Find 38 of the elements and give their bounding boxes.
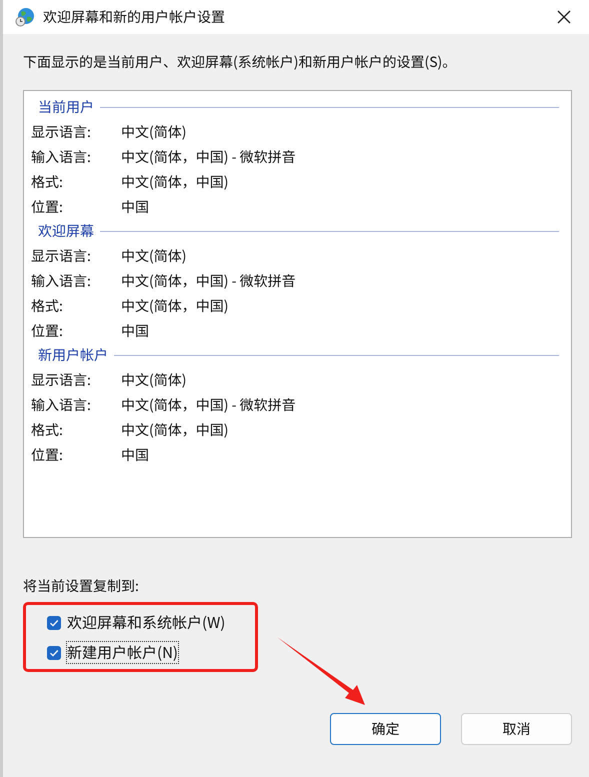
- checkbox[interactable]: [47, 616, 61, 630]
- setting-label: 显示语言:: [31, 246, 92, 266]
- setting-label: 输入语言:: [31, 394, 92, 414]
- checkbox[interactable]: [47, 646, 61, 660]
- setting-label: 格式:: [31, 296, 64, 316]
- group-title: 新用户帐户: [37, 345, 109, 365]
- setting-value: 中文(简体，中国): [121, 296, 228, 316]
- setting-value: 中国: [121, 196, 149, 216]
- close-icon[interactable]: [557, 10, 571, 24]
- group-title: 当前用户: [37, 97, 95, 117]
- dialog-button[interactable]: 确定: [330, 713, 441, 745]
- checkbox-label[interactable]: 新建用户帐户(N): [66, 641, 179, 664]
- window-title: 欢迎屏幕和新的用户帐户设置: [43, 7, 226, 27]
- setting-value: 中文(简体，中国) - 微软拼音: [121, 394, 296, 414]
- setting-value: 中文(简体): [121, 370, 186, 390]
- setting-label: 输入语言:: [31, 270, 92, 290]
- setting-label: 输入语言:: [31, 146, 92, 166]
- setting-value: 中文(简体，中国): [121, 172, 228, 192]
- setting-value: 中文(简体): [121, 246, 186, 266]
- group-title: 欢迎屏幕: [37, 221, 95, 241]
- setting-value: 中文(简体，中国) - 微软拼音: [121, 270, 296, 290]
- checkbox-label[interactable]: 欢迎屏幕和系统帐户(W): [66, 611, 226, 634]
- setting-label: 显示语言:: [31, 370, 92, 390]
- setting-value: 中国: [121, 320, 149, 340]
- setting-label: 显示语言:: [31, 122, 92, 142]
- description-text: 下面显示的是当前用户、欢迎屏幕(系统帐户)和新用户帐户的设置(S)。: [23, 52, 458, 74]
- setting-label: 格式:: [31, 420, 64, 440]
- setting-value: 中文(简体，中国): [121, 420, 228, 440]
- globe-clock-icon: [15, 7, 35, 27]
- setting-value: 中文(简体): [121, 122, 186, 142]
- setting-label: 位置:: [31, 444, 64, 464]
- setting-label: 位置:: [31, 196, 64, 216]
- setting-label: 格式:: [31, 172, 64, 192]
- copy-to-label: 将当前设置复制到:: [23, 576, 140, 596]
- setting-value: 中文(简体，中国) - 微软拼音: [121, 146, 296, 166]
- dialog-button[interactable]: 取消: [461, 713, 572, 745]
- setting-label: 位置:: [31, 320, 64, 340]
- setting-value: 中国: [121, 444, 149, 464]
